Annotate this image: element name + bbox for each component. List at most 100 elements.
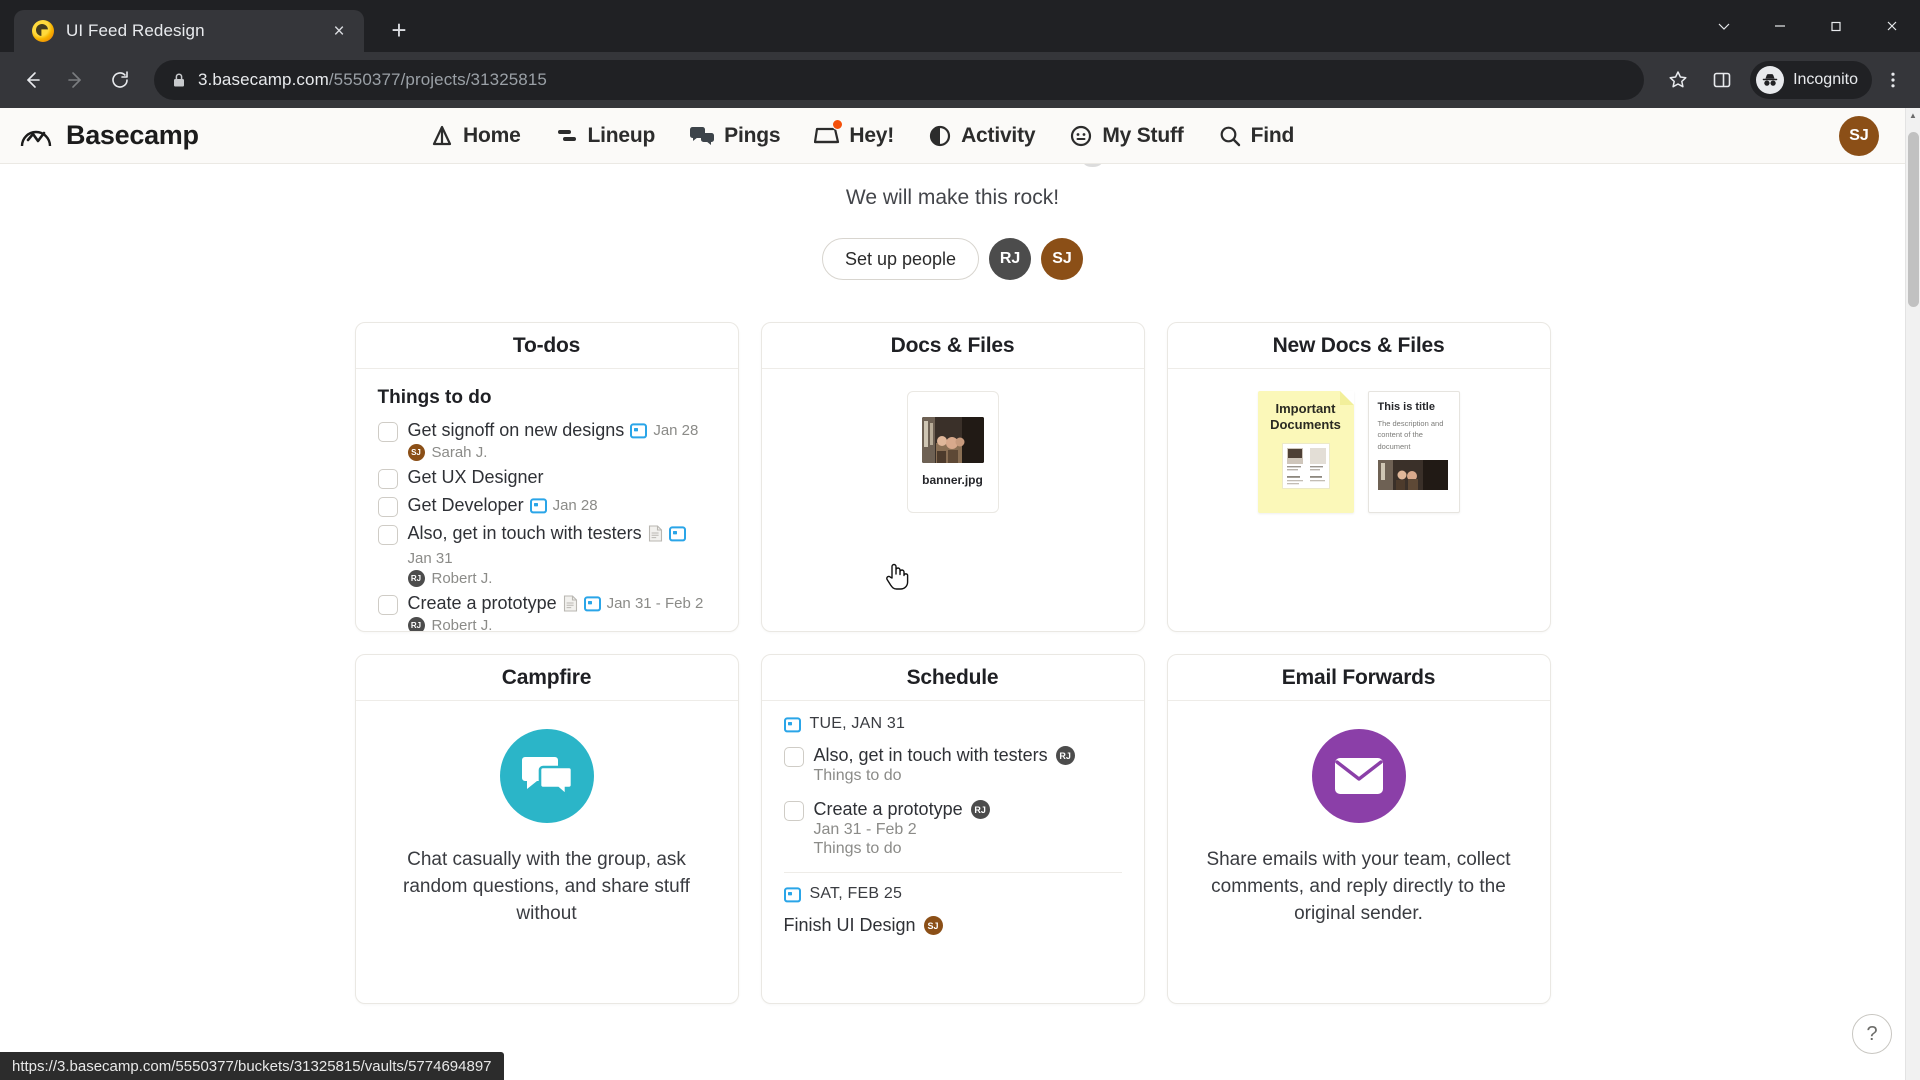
card-body: TUE, JAN 31 Also, get in touch with test… — [762, 701, 1144, 1003]
calendar-icon — [583, 595, 601, 612]
scrollbar-thumb[interactable] — [1908, 132, 1919, 307]
note-preview-thumbnail — [1281, 442, 1330, 489]
star-icon[interactable] — [1658, 60, 1698, 100]
nav-label: Find — [1250, 123, 1295, 147]
card-header: Docs & Files — [761, 323, 1144, 369]
kebab-menu-icon[interactable] — [1876, 60, 1910, 100]
back-arrow-icon[interactable] — [12, 60, 52, 100]
todo-item[interactable]: Get signoff on new designs Jan 28 SJ Sar… — [377, 417, 716, 464]
todo-item[interactable]: Get Developer Jan 28 — [377, 492, 716, 520]
card-schedule[interactable]: Schedule TUE, JAN 31 Also, get in touch … — [760, 654, 1145, 1004]
nav-item-my-stuff[interactable]: My Stuff — [1069, 124, 1184, 148]
schedule-item-title[interactable]: Finish UI Design — [784, 915, 916, 936]
schedule-item-dates: Jan 31 - Feb 2 — [813, 821, 917, 838]
set-up-people-button[interactable]: Set up people — [821, 238, 980, 280]
minimize-icon[interactable] — [1752, 0, 1808, 52]
schedule-item[interactable]: Also, get in touch with testers RJ Thing… — [783, 741, 1122, 795]
avatar: RJ — [1055, 746, 1075, 765]
schedule-checkbox[interactable] — [783, 801, 804, 821]
basecamp-project-page: UI Feed Redesign We will make this rock!… — [0, 108, 1905, 1004]
schedule-item-title[interactable]: Create a prototype — [814, 799, 963, 820]
todo-item[interactable]: Create a prototype Jan 31 - Feb 2 RJ Rob… — [377, 590, 716, 631]
todo-label[interactable]: Get Developer — [408, 495, 524, 516]
browser-tab[interactable]: UI Feed Redesign × — [14, 10, 364, 52]
new-tab-button[interactable]: + — [384, 17, 414, 43]
card-new-docs-files[interactable]: New Docs & Files Important Documents Thi… — [1166, 322, 1551, 632]
lineup-icon — [557, 129, 576, 141]
card-header: To-dos — [355, 323, 738, 369]
schedule-day-header: SAT, FEB 25 — [783, 885, 1122, 903]
divider — [783, 872, 1122, 873]
calendar-icon — [668, 525, 686, 542]
todo-label[interactable]: Get UX Designer — [408, 467, 544, 488]
chevron-down-icon[interactable] — [1696, 0, 1752, 52]
doc-card-this-is-title[interactable]: This is title The description and conten… — [1367, 391, 1460, 513]
card-docs-files[interactable]: Docs & Files banner.jpg — [760, 322, 1145, 632]
email-forwards-description: Share emails with your team, collect com… — [1206, 849, 1511, 924]
card-title: Email Forwards — [1281, 665, 1436, 689]
my-stuff-face-icon — [1071, 125, 1092, 146]
account-avatar[interactable]: SJ — [1839, 115, 1879, 156]
todo-assignee: RJ Robert J. — [407, 617, 716, 631]
card-header: Email Forwards — [1167, 655, 1550, 701]
todo-label[interactable]: Create a prototype — [408, 593, 557, 614]
card-body: Share emails with your team, collect com… — [1168, 701, 1550, 1003]
reload-icon[interactable] — [100, 60, 140, 100]
schedule-item-title[interactable]: Also, get in touch with testers — [814, 745, 1048, 766]
todo-item[interactable]: Also, get in touch with testers Jan 31 R… — [377, 520, 716, 590]
scroll-up-arrow-icon[interactable]: ▲ — [1906, 108, 1920, 123]
avatar[interactable]: RJ — [989, 238, 1032, 280]
lock-icon — [172, 72, 186, 88]
todo-checkbox[interactable] — [377, 595, 398, 615]
schedule-item[interactable]: Finish UI Design SJ — [784, 911, 1122, 946]
todo-checkbox[interactable] — [377, 469, 398, 489]
todo-label[interactable]: Also, get in touch with testers — [408, 523, 642, 544]
brand-name: Basecamp — [66, 120, 199, 150]
nav-item-home[interactable]: Home — [430, 124, 521, 148]
card-header: Schedule — [761, 655, 1144, 701]
card-campfire[interactable]: Campfire Chat casually with the group, a… — [354, 654, 739, 1004]
schedule-checkbox[interactable] — [783, 747, 804, 767]
assignee-name: Robert J. — [431, 570, 493, 587]
nav-item-hey[interactable]: Hey! — [814, 118, 894, 148]
nav-label: Home — [463, 123, 521, 147]
card-email-forwards[interactable]: Email Forwards Share emails with your te… — [1166, 654, 1551, 1004]
note-title: Important Documents — [1270, 401, 1341, 433]
tab-title: UI Feed Redesign — [66, 21, 205, 40]
address-bar[interactable]: 3.basecamp.com/5550377/projects/31325815 — [154, 60, 1645, 100]
todo-checkbox[interactable] — [377, 422, 398, 442]
basecamp-logo[interactable]: Basecamp — [0, 118, 430, 154]
help-button[interactable]: ? — [1852, 1014, 1892, 1054]
file-tile-banner[interactable]: banner.jpg — [906, 391, 999, 513]
envelope-icon — [1311, 729, 1406, 823]
search-icon — [1220, 126, 1240, 146]
browser-window: UI Feed Redesign × + 3.basecamp.com/5550… — [0, 0, 1920, 1080]
todo-label[interactable]: Get signoff on new designs — [408, 420, 625, 441]
note-card-important-documents[interactable]: Important Documents — [1257, 391, 1354, 513]
tab-close-icon[interactable]: × — [328, 22, 350, 41]
campfire-description: Chat casually with the group, ask random… — [403, 849, 690, 924]
nav-item-pings[interactable]: Pings — [689, 124, 781, 148]
forward-arrow-icon[interactable] — [56, 60, 96, 100]
card-todos[interactable]: To-dos Things to do Get signoff on new d… — [354, 322, 739, 632]
assignee-name: Sarah J. — [431, 444, 488, 461]
nav-item-lineup[interactable]: Lineup — [555, 124, 655, 148]
nav-item-activity[interactable]: Activity — [928, 123, 1036, 148]
todo-checkbox[interactable] — [377, 525, 398, 545]
schedule-item[interactable]: Create a prototype RJ Jan 31 - Feb 2 Thi… — [783, 795, 1122, 868]
todo-date: Jan 31 - Feb 2 — [606, 595, 704, 612]
nav-label: Activity — [961, 123, 1036, 147]
avatar[interactable]: SJ — [1041, 238, 1084, 280]
maximize-icon[interactable] — [1808, 0, 1864, 52]
todo-checkbox[interactable] — [377, 497, 398, 517]
url-domain: 3.basecamp.com — [198, 70, 329, 89]
page-scrollbar[interactable]: ▲ — [1905, 108, 1920, 1080]
todo-item[interactable]: Get UX Designer — [377, 464, 716, 492]
close-icon[interactable] — [1864, 0, 1920, 52]
nav-item-find[interactable]: Find — [1218, 123, 1295, 148]
incognito-profile-button[interactable]: Incognito — [1750, 61, 1872, 99]
card-title: To-dos — [512, 333, 581, 357]
todo-group-title: Things to do — [377, 387, 492, 408]
side-panel-icon[interactable] — [1702, 60, 1742, 100]
doc-title: This is title — [1377, 401, 1435, 413]
